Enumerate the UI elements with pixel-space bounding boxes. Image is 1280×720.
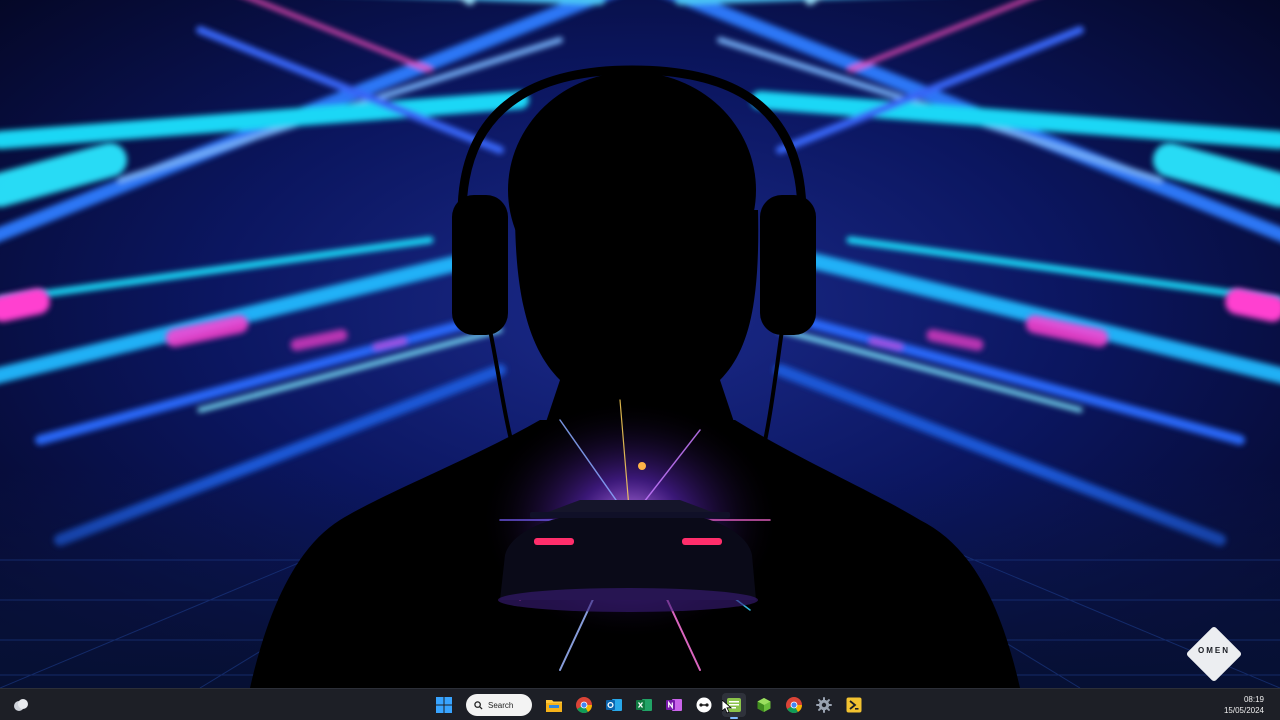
system-clock[interactable]: 08:19 15/05/2024 — [1224, 694, 1264, 716]
search-icon — [474, 700, 483, 710]
omen-logo: OMEN — [1185, 625, 1243, 683]
file-explorer-button[interactable] — [542, 693, 566, 717]
omen-logo-text: OMEN — [1198, 646, 1230, 655]
app-green-cube-button[interactable] — [752, 693, 776, 717]
app-circle-button[interactable] — [692, 693, 716, 717]
excel-button[interactable] — [632, 693, 656, 717]
green-cube-icon — [757, 698, 771, 712]
taskbar-search[interactable]: Search — [466, 694, 532, 716]
outlook-icon — [606, 699, 622, 711]
start-button[interactable] — [432, 693, 456, 717]
chrome-icon — [576, 697, 592, 713]
mouse-cursor-icon — [722, 700, 732, 714]
search-label: Search — [488, 700, 514, 710]
app-circle-icon — [696, 697, 712, 713]
windows-icon — [436, 697, 452, 713]
outlook-button[interactable] — [602, 693, 626, 717]
excel-icon — [636, 699, 652, 711]
widgets-weather-icon[interactable] — [12, 696, 30, 714]
chrome-button-2[interactable] — [782, 693, 806, 717]
clock-date: 15/05/2024 — [1223, 706, 1264, 715]
chrome-button[interactable] — [572, 693, 596, 717]
app-yellow-button[interactable] — [842, 693, 866, 717]
app-yellow-icon — [846, 697, 862, 713]
onenote-button[interactable] — [662, 693, 686, 717]
gear-icon — [816, 697, 832, 713]
clock-time: 08:19 — [1243, 695, 1264, 704]
taskbar: Search 08:19 15/05/2024 — [0, 688, 1280, 720]
chrome-icon — [786, 697, 802, 713]
taskbar-center: Search — [432, 693, 866, 719]
settings-button[interactable] — [812, 693, 836, 717]
onenote-icon — [666, 699, 682, 711]
folder-icon — [546, 700, 562, 712]
desktop-wallpaper: OMEN — [0, 0, 1280, 688]
